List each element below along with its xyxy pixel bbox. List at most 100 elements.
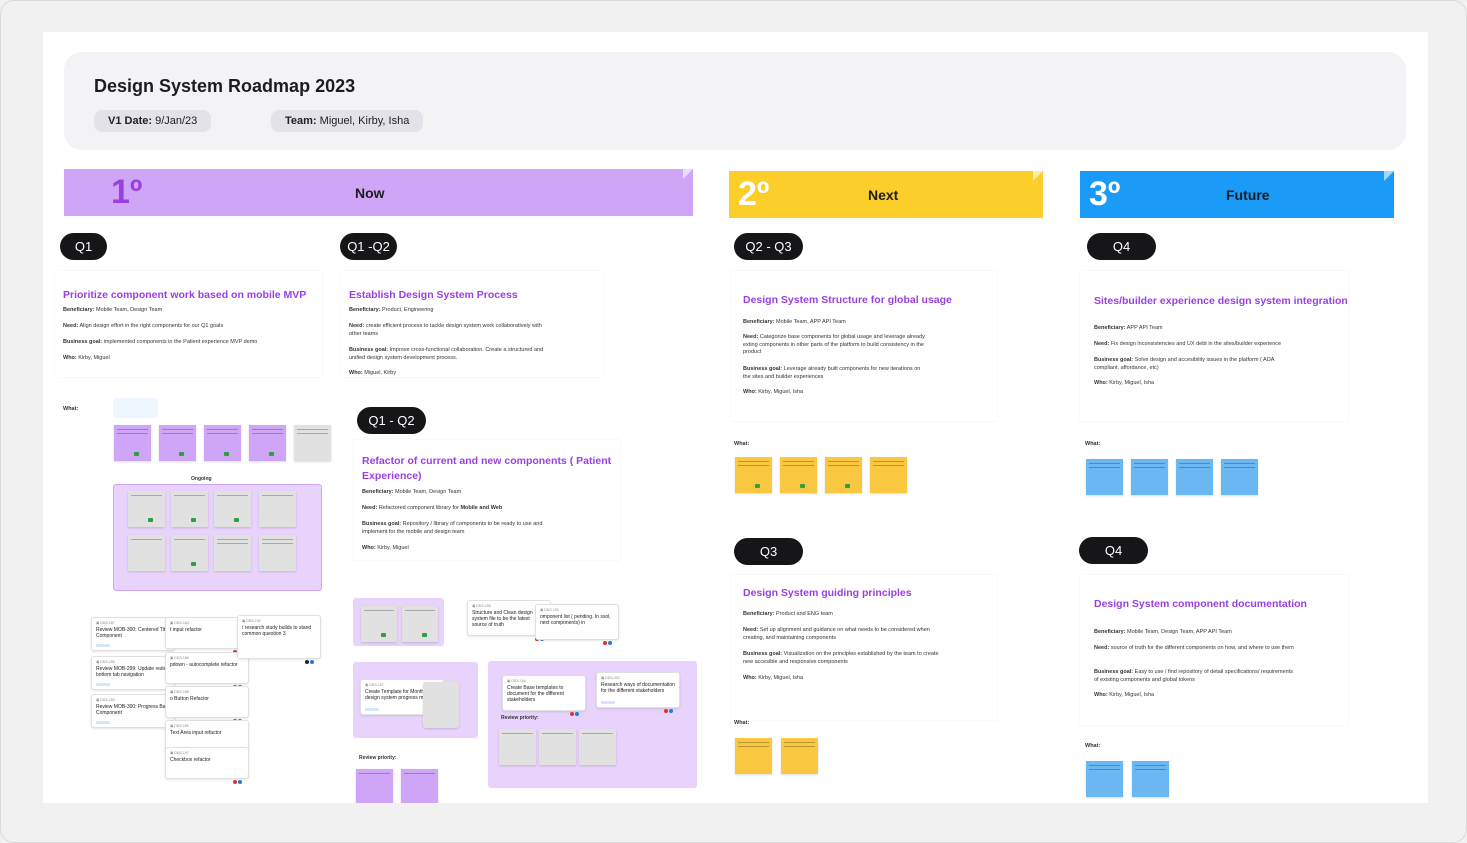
initiative-card[interactable]: Prioritize component work based on mobil… bbox=[55, 271, 322, 377]
sticky-note[interactable] bbox=[128, 535, 165, 571]
sticky-note[interactable] bbox=[1221, 459, 1258, 495]
app-window: Design System Roadmap 2023 V1 Date: 9/Ja… bbox=[0, 0, 1467, 843]
whiteboard-canvas[interactable]: Design System Roadmap 2023 V1 Date: 9/Ja… bbox=[43, 32, 1428, 803]
sticky-note[interactable] bbox=[579, 729, 616, 765]
jira-card[interactable]: ▣ DDS-187 Review MOB-300: Centered Title … bbox=[91, 617, 175, 651]
quarter-pill-q1[interactable]: Q1 bbox=[60, 233, 107, 260]
sticky-note[interactable] bbox=[825, 457, 862, 493]
quarter-pill-q2-q3[interactable]: Q2 - Q3 bbox=[734, 233, 803, 260]
jira-card[interactable]: ▣ DDS-190 omponent list ( pending. In sso… bbox=[535, 604, 619, 645]
jira-card[interactable]: ▣ DDS-192/ research study builds to stan… bbox=[237, 615, 321, 664]
roadmap-header: Design System Roadmap 2023 V1 Date: 9/Ja… bbox=[64, 52, 1406, 150]
sticky-note[interactable] bbox=[356, 769, 393, 803]
quarter-pill-q4-second[interactable]: Q4 bbox=[1079, 537, 1148, 564]
mini-note[interactable] bbox=[113, 398, 158, 418]
what-label: What: bbox=[734, 441, 750, 447]
quarter-pill-q1-q2-second[interactable]: Q1 - Q2 bbox=[357, 407, 426, 434]
review-priority-label: Review priority: bbox=[359, 755, 397, 761]
what-label: What: bbox=[63, 406, 79, 412]
card-who: Who: Miguel, Kirby bbox=[349, 370, 397, 376]
sticky-note[interactable] bbox=[159, 425, 196, 461]
sticky-note[interactable] bbox=[214, 491, 251, 527]
card-goal: Business goal: Visualization on the prin… bbox=[743, 651, 939, 665]
band-next[interactable]: 2º Next bbox=[729, 171, 1043, 218]
jira-card-title: / research study builds to stand common … bbox=[242, 625, 312, 637]
card-title: Refactor of current and new components (… bbox=[362, 455, 612, 482]
sticky-note[interactable] bbox=[781, 738, 818, 774]
sticky-note[interactable] bbox=[1176, 459, 1213, 495]
card-need: Need: Refactored component library for M… bbox=[362, 505, 503, 511]
sticky-note[interactable] bbox=[294, 425, 331, 461]
sticky-note[interactable] bbox=[171, 535, 208, 571]
sticky-note[interactable] bbox=[1086, 761, 1123, 797]
card-beneficiary: Beneficiary: Mobile Team, Design Team bbox=[362, 489, 462, 495]
band-now[interactable]: 1º Now bbox=[64, 169, 693, 216]
card-who: Who: Kirby, Miguel bbox=[362, 545, 409, 551]
sticky-note[interactable] bbox=[171, 491, 208, 527]
sticky-note[interactable] bbox=[539, 729, 576, 765]
initiative-card[interactable]: Sites/builder experience design system i… bbox=[1080, 271, 1348, 421]
team-label: Team: bbox=[285, 115, 317, 127]
card-goal: Business goal: implemented components in… bbox=[63, 339, 258, 345]
sticky-note[interactable] bbox=[735, 738, 772, 774]
band-next-number: 2º bbox=[738, 175, 770, 213]
sticky-note[interactable] bbox=[402, 606, 438, 642]
sticky-note[interactable] bbox=[249, 425, 286, 461]
initiative-card[interactable]: Refactor of current and new components (… bbox=[354, 440, 620, 560]
process-section[interactable] bbox=[353, 598, 444, 646]
band-next-label: Next bbox=[868, 187, 899, 203]
jira-card-title: pdown - autocomplete refactor bbox=[170, 662, 238, 668]
sticky-note[interactable] bbox=[499, 729, 536, 765]
sticky-note[interactable] bbox=[780, 457, 817, 493]
initiative-card[interactable]: Design System component documentation Be… bbox=[1080, 575, 1348, 725]
jira-card[interactable]: ▣ DDS-188 o Button Refactor bbox=[165, 686, 249, 723]
review-priority-label: Review priority: bbox=[501, 715, 539, 721]
card-need: Need: Fix design inconsistencies and UX … bbox=[1094, 341, 1282, 347]
jira-card-title: Review MOB-300: Centered Title Component bbox=[96, 627, 170, 639]
card-need: Need: Align design effort in the right c… bbox=[63, 323, 224, 329]
initiative-card[interactable]: Design System Structure for global usage… bbox=[731, 271, 997, 421]
jira-card[interactable]: ▣ DDS-197 Checkbox refactor bbox=[165, 747, 249, 784]
card-title: Establish Design System Process bbox=[349, 289, 518, 301]
sticky-note[interactable] bbox=[259, 491, 296, 527]
card-goal: Business goal: Improve cross-functional … bbox=[349, 347, 544, 361]
sticky-note[interactable] bbox=[214, 535, 251, 571]
sticky-note[interactable] bbox=[1131, 459, 1168, 495]
sticky-note[interactable] bbox=[1132, 761, 1169, 797]
jira-card[interactable]: ▣ DDS-202 Research ways of documentation … bbox=[596, 672, 680, 713]
ongoing-section[interactable] bbox=[113, 484, 322, 591]
sticky-note[interactable] bbox=[114, 425, 151, 461]
sticky-note[interactable] bbox=[1086, 459, 1123, 495]
jira-card[interactable]: ▣ DDS-194 Create Base templates to docume… bbox=[502, 675, 586, 716]
card-title: Sites/builder experience design system i… bbox=[1094, 295, 1348, 307]
ongoing-label: Ongoing bbox=[191, 476, 212, 482]
jira-card[interactable]: ▣ DDS-185 Review MOB-299: Update resle bo… bbox=[91, 656, 175, 690]
card-need: Need: create efficient process to tackle… bbox=[349, 323, 542, 337]
jira-card-title: Review MOB-300: Progress Bar Component bbox=[96, 704, 168, 716]
sticky-note[interactable] bbox=[259, 535, 296, 571]
sticky-note[interactable] bbox=[204, 425, 241, 461]
quarter-pill-q3[interactable]: Q3 bbox=[734, 538, 803, 565]
jira-card-title: Checkbox refactor bbox=[170, 757, 211, 763]
sticky-note[interactable] bbox=[870, 457, 907, 493]
jira-card-title: t input refactor bbox=[170, 627, 202, 633]
sticky-note[interactable] bbox=[361, 606, 397, 642]
band-future-label: Future bbox=[1226, 187, 1270, 203]
initiative-card[interactable]: Establish Design System Process Need: cr… bbox=[341, 271, 603, 377]
card-title: Prioritize component work based on mobil… bbox=[63, 289, 307, 301]
band-now-label: Now bbox=[355, 185, 385, 201]
sticky-note[interactable] bbox=[128, 491, 165, 527]
initiative-card[interactable]: Design System guiding principles Benefic… bbox=[731, 575, 997, 720]
jira-card-title: o Button Refactor bbox=[170, 696, 209, 702]
band-future[interactable]: 3º Future bbox=[1080, 171, 1394, 218]
quarter-pill-q4[interactable]: Q4 bbox=[1087, 233, 1156, 260]
sticky-note[interactable] bbox=[735, 457, 772, 493]
date-chip: V1 Date: 9/Jan/23 bbox=[94, 110, 212, 132]
jira-card[interactable]: ▣ DDS-183 Review MOB-300: Progress Bar Co… bbox=[91, 694, 175, 728]
fold-corner bbox=[683, 169, 693, 179]
sticky-note[interactable] bbox=[401, 769, 438, 803]
band-future-number: 3º bbox=[1089, 175, 1121, 213]
sticky-note[interactable] bbox=[423, 682, 459, 728]
what-label: What: bbox=[1085, 441, 1101, 447]
quarter-pill-q1-q2[interactable]: Q1 -Q2 bbox=[340, 233, 397, 260]
